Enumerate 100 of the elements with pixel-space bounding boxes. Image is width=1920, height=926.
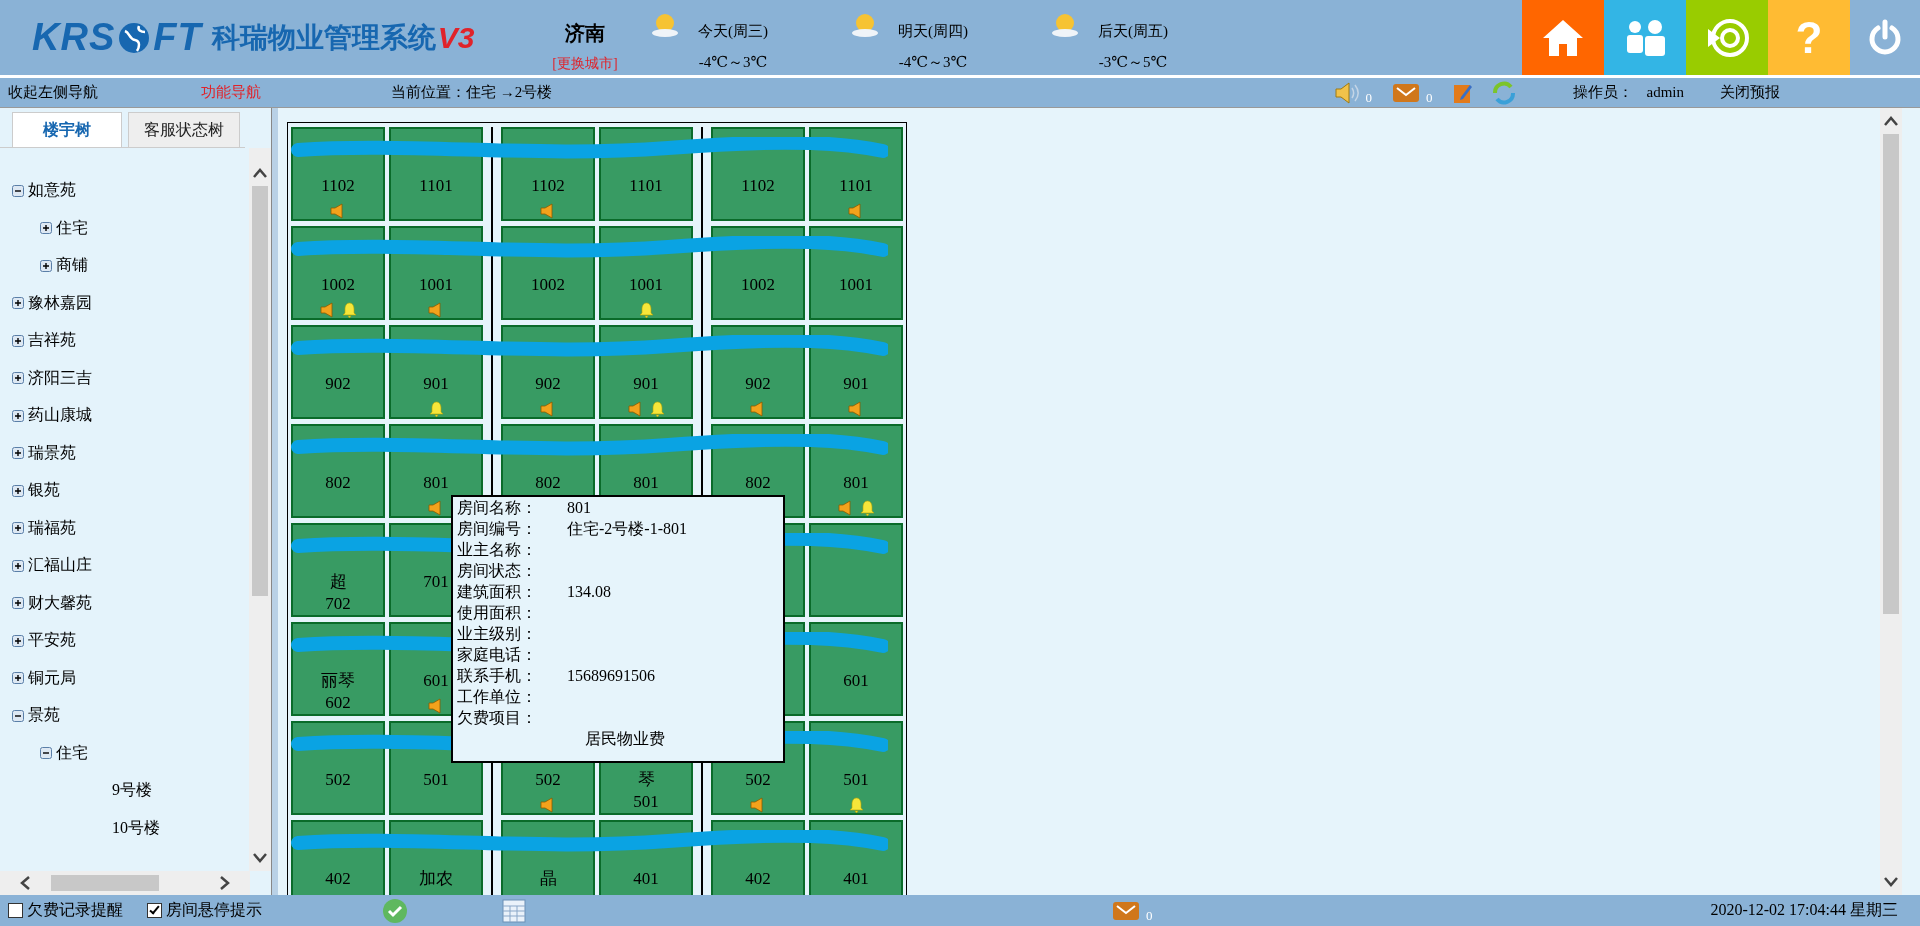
forecast-day: 后天(周五) bbox=[1098, 22, 1168, 41]
room-number: 802 bbox=[745, 472, 771, 494]
room-number: 1101 bbox=[839, 175, 873, 197]
speaker-icon bbox=[319, 302, 336, 318]
expand-icon[interactable] bbox=[12, 522, 24, 535]
room-number: 702 bbox=[325, 593, 351, 615]
checkbox-label[interactable]: 欠费记录提醒 bbox=[27, 900, 123, 921]
login-tile[interactable] bbox=[1686, 0, 1768, 75]
checkbox[interactable] bbox=[8, 903, 23, 918]
expand-icon[interactable] bbox=[12, 559, 24, 572]
bell-icon bbox=[649, 401, 665, 417]
scrollbar[interactable] bbox=[0, 871, 250, 895]
close-forecast-link[interactable]: 关闭预报 bbox=[1720, 83, 1780, 102]
checkbox-label[interactable]: 房间悬停提示 bbox=[166, 900, 262, 921]
forecast-temperature: -4℃～3℃ bbox=[698, 53, 768, 72]
collapse-icon[interactable] bbox=[40, 747, 52, 760]
room-number: 1001 bbox=[629, 274, 663, 296]
expand-icon[interactable] bbox=[12, 672, 24, 685]
operator-name: admin bbox=[1646, 84, 1684, 101]
sidebar-tab[interactable]: 楼宇树 bbox=[12, 112, 122, 147]
expand-icon[interactable] bbox=[12, 409, 24, 422]
sun-cloud-icon bbox=[1050, 12, 1080, 38]
speaker-icon bbox=[750, 401, 766, 417]
tree-item[interactable]: 10号楼 bbox=[112, 817, 160, 839]
sidebar-tab[interactable]: 客服状态树 bbox=[128, 112, 240, 147]
speaker-icon bbox=[848, 203, 864, 219]
tooltip-value: 134.08 bbox=[567, 582, 611, 602]
room-number: 501 bbox=[633, 791, 659, 813]
tree-item[interactable]: 吉祥苑 bbox=[28, 330, 76, 352]
house-icon bbox=[1541, 17, 1585, 58]
tree-item[interactable]: 银苑 bbox=[28, 480, 60, 502]
tree-item[interactable]: 平安苑 bbox=[28, 630, 76, 652]
tree-item[interactable]: 住宅 bbox=[56, 742, 88, 764]
expand-icon[interactable] bbox=[12, 372, 24, 385]
scrollbar[interactable] bbox=[249, 148, 271, 871]
tree-item[interactable]: 药山康城 bbox=[28, 405, 92, 427]
tree-item[interactable]: 瑞景苑 bbox=[28, 442, 76, 464]
room-number: 902 bbox=[535, 373, 561, 395]
room-number: 1102 bbox=[531, 175, 565, 197]
logo: KRS FT 科瑞物业管理系统V3 bbox=[31, 15, 476, 60]
operator-label: 操作员： bbox=[1572, 83, 1633, 102]
mail-icon[interactable] bbox=[1112, 900, 1140, 921]
room-number: 1001 bbox=[839, 274, 873, 296]
tree-item[interactable]: 铜元局 bbox=[28, 667, 76, 689]
tree-item[interactable]: 景苑 bbox=[28, 705, 60, 727]
tree-item[interactable]: 瑞福苑 bbox=[28, 517, 76, 539]
home-tile[interactable] bbox=[1522, 0, 1604, 75]
collapse-nav-link[interactable]: 收起左侧导航 bbox=[8, 83, 98, 102]
room-number: 401 bbox=[633, 868, 659, 890]
expand-icon[interactable] bbox=[40, 259, 52, 272]
speaker-icon bbox=[750, 797, 766, 813]
speaker-icon bbox=[848, 401, 864, 417]
room-number: 加农 bbox=[419, 868, 453, 890]
bell-icon bbox=[428, 401, 444, 417]
owner-name: 丽琴 bbox=[321, 670, 355, 692]
mail-icon[interactable] bbox=[1392, 82, 1420, 103]
bell-icon bbox=[638, 302, 654, 318]
owner-name: 琴 bbox=[637, 769, 655, 791]
expand-icon[interactable] bbox=[12, 597, 24, 610]
expand-icon[interactable] bbox=[12, 334, 24, 347]
expand-icon[interactable] bbox=[12, 484, 24, 497]
users-tile[interactable] bbox=[1604, 0, 1686, 75]
tree-item[interactable]: 住宅 bbox=[56, 217, 88, 239]
room-number: 501 bbox=[423, 769, 449, 791]
expand-icon[interactable] bbox=[40, 222, 52, 235]
room-number: 402 bbox=[745, 868, 771, 890]
room-number: 902 bbox=[325, 373, 351, 395]
breadcrumb: 当前位置：住宅 →2号楼 bbox=[391, 83, 553, 102]
expand-icon[interactable] bbox=[12, 297, 24, 310]
sun-cloud-icon bbox=[850, 12, 880, 38]
room-number: 402 bbox=[325, 868, 351, 890]
check-icon[interactable] bbox=[382, 897, 408, 924]
city-name: 济南 bbox=[565, 21, 605, 46]
forecast-temperature: -4℃～3℃ bbox=[898, 53, 968, 72]
sound-count: 0 bbox=[1365, 89, 1372, 106]
room-number: 801 bbox=[633, 472, 659, 494]
scrollbar[interactable] bbox=[1880, 108, 1902, 895]
collapse-icon[interactable] bbox=[12, 709, 24, 722]
tree-item[interactable]: 商铺 bbox=[56, 255, 88, 277]
room-number: 601 bbox=[423, 670, 449, 692]
speaker-icon bbox=[540, 797, 556, 813]
speaker-icon bbox=[330, 203, 346, 219]
room-number: 502 bbox=[745, 769, 771, 791]
room-number: 401 bbox=[843, 868, 869, 890]
tree-item[interactable]: 豫林嘉园 bbox=[28, 292, 92, 314]
tree-item[interactable]: 财大馨苑 bbox=[28, 592, 92, 614]
tree-item[interactable]: 如意苑 bbox=[28, 180, 76, 202]
room-number: 801 bbox=[423, 472, 449, 494]
room-number: 901 bbox=[423, 373, 449, 395]
globe-icon bbox=[117, 20, 152, 55]
collapse-icon[interactable] bbox=[12, 184, 24, 197]
tree-item[interactable]: 9号楼 bbox=[112, 780, 152, 802]
bell-icon bbox=[859, 500, 875, 516]
tree-item[interactable]: 汇福山庄 bbox=[28, 555, 92, 577]
tooltip-value: 住宅-2号楼-1-801 bbox=[567, 519, 687, 539]
expand-icon[interactable] bbox=[12, 447, 24, 460]
mail-count: 0 bbox=[1426, 89, 1433, 106]
tree-item[interactable]: 济阳三吉 bbox=[28, 367, 92, 389]
checkbox[interactable] bbox=[147, 903, 162, 918]
expand-icon[interactable] bbox=[12, 634, 24, 647]
